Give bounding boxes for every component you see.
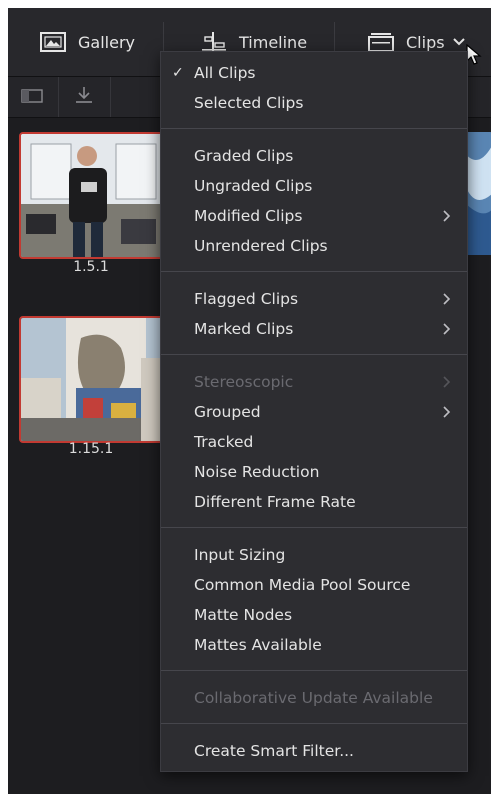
subbar-divider [58, 77, 59, 117]
menu-divider [161, 128, 467, 129]
still-thumbnail[interactable] [19, 316, 165, 443]
menu-item-modified-clips[interactable]: Modified Clips [194, 203, 302, 229]
menu-divider [161, 271, 467, 272]
still-thumbnail[interactable] [19, 132, 165, 259]
menu-item-input-sizing[interactable]: Input Sizing [194, 542, 285, 568]
chevron-right-icon [441, 369, 453, 395]
thumbnail-label: 1.15.1 [68, 441, 114, 457]
menu-item-matte-nodes[interactable]: Matte Nodes [194, 602, 292, 628]
gallery-button[interactable]: Gallery [40, 8, 135, 76]
menu-item-common-media-pool-source[interactable]: Common Media Pool Source [194, 572, 410, 598]
menu-item-create-smart-filter[interactable]: Create Smart Filter... [194, 738, 354, 764]
sidebar-toggle-button[interactable] [8, 77, 56, 117]
clips-icon [368, 32, 394, 52]
menu-item-marked-clips[interactable]: Marked Clips [194, 316, 293, 342]
chevron-right-icon [441, 399, 453, 425]
menu-divider [161, 723, 467, 724]
menu-item-graded-clips[interactable]: Graded Clips [194, 143, 293, 169]
chevron-right-icon [441, 286, 453, 312]
gallery-label: Gallery [78, 32, 135, 52]
menu-item-ungraded-clips[interactable]: Ungraded Clips [194, 173, 312, 199]
chevron-right-icon [441, 203, 453, 229]
still-thumbnail-partial[interactable] [464, 132, 491, 255]
menu-item-selected-clips[interactable]: Selected Clips [194, 90, 303, 116]
subbar-divider [110, 77, 111, 117]
menu-item-grouped[interactable]: Grouped [194, 399, 261, 425]
thumbnail-label: 1.5.1 [73, 259, 109, 275]
checkmark-icon: ✓ [172, 65, 184, 81]
menu-item-tracked[interactable]: Tracked [194, 429, 253, 455]
menu-item-different-frame-rate[interactable]: Different Frame Rate [194, 489, 356, 515]
clips-label: Clips [406, 32, 445, 52]
thumbnail-image-abstract [464, 132, 491, 255]
mouse-cursor-icon [466, 43, 482, 70]
import-button[interactable] [60, 77, 108, 117]
clips-filter-menu: ✓ All Clips Selected Clips Graded Clips … [160, 51, 468, 772]
thumbnail-image-person [21, 134, 163, 257]
chevron-right-icon [441, 316, 453, 342]
timeline-icon [201, 31, 227, 53]
menu-item-stereoscopic: Stereoscopic [194, 373, 294, 391]
chevron-down-icon [452, 37, 466, 47]
menu-item-all-clips[interactable]: All Clips [194, 60, 256, 86]
menu-item-unrendered-clips[interactable]: Unrendered Clips [194, 233, 328, 259]
menu-divider [161, 354, 467, 355]
menu-item-noise-reduction[interactable]: Noise Reduction [194, 459, 319, 485]
menu-divider [161, 670, 467, 671]
menu-item-collaborative-update-available: Collaborative Update Available [194, 689, 433, 707]
download-icon [74, 86, 94, 108]
thumbnail-image-mural [21, 318, 163, 441]
menu-item-flagged-clips[interactable]: Flagged Clips [194, 286, 298, 312]
gallery-icon [40, 32, 66, 52]
sidebar-icon [21, 88, 43, 107]
menu-divider [161, 527, 467, 528]
timeline-label: Timeline [239, 32, 308, 52]
menu-item-mattes-available[interactable]: Mattes Available [194, 632, 322, 658]
